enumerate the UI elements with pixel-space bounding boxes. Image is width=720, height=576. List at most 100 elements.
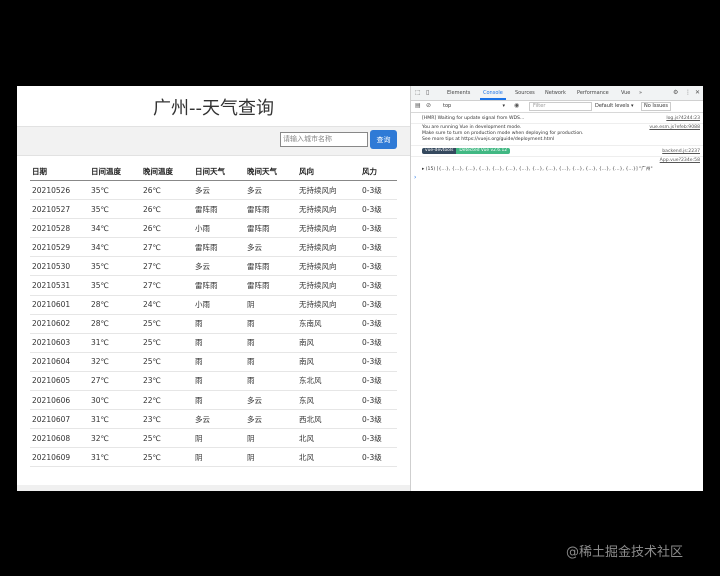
table-cell: 0-3级 (360, 275, 397, 296)
table-cell: 28℃ (89, 314, 141, 334)
table-cell: 0-3级 (360, 314, 397, 334)
table-cell: 南风 (297, 352, 360, 372)
table-cell: 20210609 (30, 447, 89, 468)
table-cell: 无持续风向 (297, 295, 360, 315)
table-cell: 雨 (193, 371, 245, 392)
table-cell: 34℃ (89, 218, 141, 239)
table-cell: 35℃ (89, 275, 141, 296)
table-cell: 0-3级 (360, 447, 397, 468)
page-title: 广州--天气查询 (153, 98, 274, 119)
eye-icon[interactable]: ◉ (514, 102, 519, 109)
table-cell: 无持续风向 (297, 237, 360, 258)
more-tabs-icon[interactable]: » (639, 90, 642, 96)
table-cell: 多云 (193, 409, 245, 430)
table-cell: 阴 (245, 447, 297, 468)
console-message: See more tips at https://vuejs.org/guide… (422, 137, 555, 142)
column-header: 晚间温度 (141, 162, 193, 181)
tab-performance[interactable]: Performance (577, 90, 609, 96)
table-cell: 31℃ (89, 409, 141, 430)
log-levels-dropdown[interactable]: Default levels ▾ (595, 103, 633, 109)
table-cell: 0-3级 (360, 180, 397, 201)
watermark: @稀土掘金技术社区 (566, 545, 684, 560)
tab-sources[interactable]: Sources (515, 90, 535, 96)
console-message: Make sure to turn on production mode whe… (422, 131, 584, 136)
table-cell: 多云 (245, 180, 297, 201)
devtools-tab-bar: ⬚ ▯ Elements Console Sources Network Per… (411, 86, 703, 101)
console-divider (411, 145, 703, 146)
table-cell: 22℃ (141, 390, 193, 411)
table-cell: 雨 (193, 390, 245, 411)
array-log-entry[interactable]: ▸ (15) [{…}, {…}, {…}, {…}, {…}, {…}, {…… (422, 166, 653, 172)
tab-network[interactable]: Network (545, 90, 566, 96)
table-cell: 0-3级 (360, 295, 397, 315)
table-cell: 阴 (245, 428, 297, 449)
badge-left: vue-devtools (422, 148, 457, 154)
table-cell: 0-3级 (360, 352, 397, 372)
close-icon[interactable]: ✕ (695, 89, 700, 96)
table-row: 20210609 31℃ 25℃ 阴阴北风 0-3级 (30, 447, 397, 468)
table-row: 20210601 28℃ 24℃ 小雨阴无持续风向 0-3级 (30, 295, 397, 315)
console-divider (411, 156, 703, 157)
table-cell: 23℃ (141, 409, 193, 430)
column-header: 日间温度 (89, 162, 141, 181)
more-options-icon[interactable]: ⋮ (685, 89, 691, 96)
issues-button[interactable]: No Issues (641, 102, 671, 111)
table-cell: 多云 (193, 256, 245, 277)
vue-devtools-badge: vue-devtools Detected Vue v2.6.12 (422, 148, 511, 154)
table-cell: 雷阵雨 (245, 275, 297, 296)
table-cell: 20210601 (30, 295, 89, 315)
context-selector[interactable]: top (443, 103, 505, 110)
tab-console[interactable]: Console (480, 90, 506, 100)
table-cell: 雨 (245, 333, 297, 353)
clear-console-icon[interactable]: ⊘ (426, 102, 431, 109)
table-row: 20210527 35℃ 26℃ 雷阵雨 雷阵雨 无持续风向 0-3级 (30, 199, 397, 220)
table-cell: 20210607 (30, 409, 89, 430)
console-source-link[interactable]: log.js?4244:23 (666, 116, 700, 121)
table-cell: 东北风 (297, 371, 360, 392)
weather-table: 日期 日间温度 晚间温度 日间天气 晚间天气 风向 风力 20210526 35℃ 26℃ 多云多… (30, 162, 397, 468)
city-search-input[interactable] (280, 132, 368, 147)
tab-elements[interactable]: Elements (447, 90, 470, 96)
table-cell: 35℃ (89, 199, 141, 220)
console-source-link[interactable]: vue.esm.js?efeb:9088 (649, 125, 700, 130)
console-filter-input[interactable]: Filter (529, 102, 592, 111)
table-cell: 雷阵雨 (193, 237, 245, 258)
table-cell: 20210527 (30, 199, 89, 220)
table-cell: 32℃ (89, 352, 141, 372)
table-cell: 0-3级 (360, 371, 397, 392)
console-source-link[interactable]: backend.js:2237 (662, 149, 700, 154)
console-prompt[interactable]: › (414, 174, 416, 181)
table-cell: 阴 (193, 447, 245, 468)
table-cell: 35℃ (89, 180, 141, 201)
inspect-element-icon[interactable]: ⬚ (415, 89, 421, 96)
tab-vue[interactable]: Vue (621, 90, 630, 96)
console-message: You are running Vue in development mode. (422, 125, 522, 130)
table-cell: 0-3级 (360, 409, 397, 430)
console-divider (411, 123, 703, 124)
console-source-link[interactable]: App.vue?234e:58 (660, 158, 700, 163)
table-cell: 无持续风向 (297, 256, 360, 277)
horizontal-scrollbar[interactable] (17, 485, 410, 491)
table-header-row: 日期 日间温度 晚间温度 日间天气 晚间天气 风向 风力 (30, 162, 397, 181)
table-row: 20210531 35℃ 27℃ 雷阵雨 雷阵雨 无持续风向 0-3级 (30, 275, 397, 296)
table-cell: 20210604 (30, 352, 89, 372)
table-cell: 25℃ (141, 447, 193, 468)
query-button[interactable]: 查询 (370, 130, 397, 149)
table-cell: 31℃ (89, 333, 141, 353)
table-cell: 23℃ (141, 371, 193, 392)
table-cell: 西北风 (297, 409, 360, 430)
column-header: 风向 (297, 162, 360, 181)
table-cell: 北风 (297, 428, 360, 449)
table-cell: 阴 (193, 428, 245, 449)
table-cell: 小雨 (193, 218, 245, 239)
table-cell: 雨 (245, 314, 297, 334)
table-cell: 0-3级 (360, 218, 397, 239)
table-cell: 27℃ (141, 275, 193, 296)
settings-gear-icon[interactable]: ⚙ (673, 89, 678, 96)
table-cell: 雷阵雨 (245, 256, 297, 277)
sidebar-toggle-icon[interactable]: ▤ (415, 102, 421, 109)
devtools-panel: ⬚ ▯ Elements Console Sources Network Per… (410, 86, 703, 491)
device-toolbar-icon[interactable]: ▯ (426, 89, 429, 96)
table-cell: 0-3级 (360, 256, 397, 277)
console-toolbar: ▤ ⊘ top ◉ Filter Default levels ▾ No Iss… (411, 101, 703, 113)
